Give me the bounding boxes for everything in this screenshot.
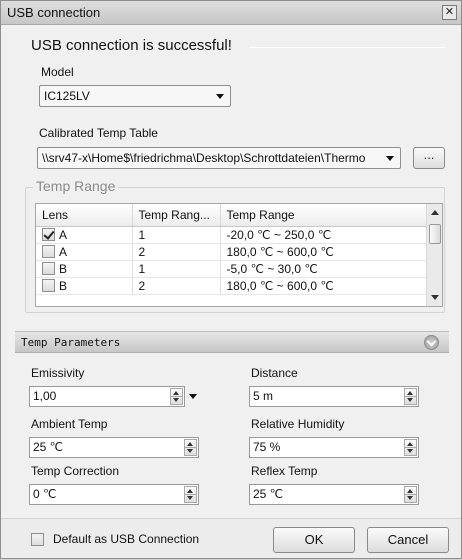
model-label: Model (41, 65, 74, 79)
scroll-down-icon[interactable] (431, 295, 439, 300)
emissivity-input[interactable]: 1,00 (29, 386, 185, 407)
reflex-temp-spinner[interactable] (404, 486, 417, 503)
table-row[interactable]: A 1 -20,0 ℃ ~ 250,0 ℃ (36, 226, 427, 244)
temp-correction-label: Temp Correction (31, 464, 120, 478)
ambient-temp-value: 25 ℃ (33, 440, 64, 454)
reflex-temp-value: 25 ℃ (253, 487, 284, 501)
table-row[interactable]: A 2 180,0 ℃ ~ 600,0 ℃ (36, 243, 427, 261)
relative-humidity-input[interactable]: 75 % (249, 437, 419, 458)
scroll-up-icon[interactable] (431, 210, 439, 215)
ambient-temp-spinner[interactable] (184, 439, 197, 456)
calibrated-table-value: \\srv47-x\Home$\friedrichma\Desktop\Schr… (42, 151, 366, 165)
range-cell: -5,0 ℃ ~ 30,0 ℃ (220, 260, 427, 278)
lens-cell: A (36, 243, 133, 261)
column-header-temp-range-index[interactable]: Temp Rang... (132, 204, 221, 227)
range-cell: -20,0 ℃ ~ 250,0 ℃ (220, 226, 427, 244)
emissivity-value: 1,00 (33, 389, 57, 403)
table-row[interactable]: B 2 180,0 ℃ ~ 600,0 ℃ (36, 277, 427, 295)
distance-input[interactable]: 5 m (249, 386, 419, 407)
lens-cell: A (36, 226, 133, 244)
row-checkbox[interactable] (42, 227, 55, 241)
scroll-thumb[interactable] (429, 224, 441, 244)
column-header-lens[interactable]: Lens (36, 204, 133, 227)
distance-spinner[interactable] (404, 388, 417, 405)
browse-button[interactable]: ... (413, 147, 445, 169)
lens-value: A (59, 227, 68, 242)
lens-value: A (59, 244, 68, 259)
column-header-temp-range[interactable]: Temp Range (220, 204, 427, 227)
lens-cell: B (36, 277, 133, 295)
model-select-value: IC125LV (44, 89, 90, 103)
title-bar: USB connection ✕ (1, 1, 461, 25)
index-cell: 1 (132, 260, 221, 278)
lens-value: B (59, 261, 68, 276)
reflex-temp-input[interactable]: 25 ℃ (249, 484, 419, 505)
collapse-icon[interactable] (424, 335, 439, 350)
range-cell: 180,0 ℃ ~ 600,0 ℃ (220, 277, 427, 295)
cancel-button[interactable]: Cancel (367, 527, 449, 553)
close-icon[interactable]: ✕ (442, 5, 457, 20)
reflex-temp-label: Reflex Temp (251, 464, 318, 478)
distance-label: Distance (251, 366, 298, 380)
row-checkbox[interactable] (42, 261, 55, 275)
relative-humidity-spinner[interactable] (404, 439, 417, 456)
dialog-footer: Default as USB Connection OK Cancel (1, 518, 461, 558)
table-row[interactable]: B 1 -5,0 ℃ ~ 30,0 ℃ (36, 260, 427, 278)
calibrated-table-label: Calibrated Temp Table (39, 126, 158, 140)
chevron-down-icon[interactable] (189, 394, 197, 399)
chevron-down-icon (216, 94, 224, 99)
default-usb-checkbox[interactable] (31, 533, 44, 546)
default-usb-label[interactable]: Default as USB Connection (53, 532, 199, 546)
calibrated-table-select[interactable]: \\srv47-x\Home$\friedrichma\Desktop\Schr… (37, 147, 401, 169)
range-cell: 180,0 ℃ ~ 600,0 ℃ (220, 243, 427, 261)
relative-humidity-label: Relative Humidity (251, 417, 345, 431)
window-title: USB connection (7, 5, 101, 20)
temp-correction-value: 0 ℃ (33, 487, 57, 501)
temp-parameters-title: Temp Parameters (21, 336, 121, 349)
ok-button[interactable]: OK (273, 527, 355, 553)
emissivity-spinner[interactable] (170, 388, 183, 405)
status-divider (249, 47, 445, 48)
usb-connection-dialog: USB connection ✕ USB connection is succe… (0, 0, 462, 559)
temp-range-title: Temp Range (33, 178, 119, 194)
row-checkbox[interactable] (42, 244, 55, 258)
table-header-row: Lens Temp Rang... Temp Range (36, 204, 427, 227)
index-cell: 2 (132, 277, 221, 295)
temp-range-table: Lens Temp Rang... Temp Range A 1 -20,0 ℃… (35, 203, 443, 307)
lens-cell: B (36, 260, 133, 278)
lens-value: B (59, 278, 68, 293)
index-cell: 2 (132, 243, 221, 261)
ambient-temp-input[interactable]: 25 ℃ (29, 437, 199, 458)
status-message: USB connection is successful! (31, 37, 232, 54)
relative-humidity-value: 75 % (253, 440, 281, 454)
ambient-temp-label: Ambient Temp (31, 417, 108, 431)
temp-parameters-header[interactable]: Temp Parameters (15, 331, 449, 353)
temp-correction-spinner[interactable] (184, 486, 197, 503)
row-checkbox[interactable] (42, 278, 55, 292)
model-select[interactable]: IC125LV (39, 85, 231, 107)
distance-value: 5 m (253, 389, 274, 403)
table-scrollbar[interactable] (426, 204, 442, 306)
index-cell: 1 (132, 226, 221, 244)
chevron-down-icon (386, 156, 394, 161)
temp-correction-input[interactable]: 0 ℃ (29, 484, 199, 505)
emissivity-label: Emissivity (31, 366, 85, 380)
